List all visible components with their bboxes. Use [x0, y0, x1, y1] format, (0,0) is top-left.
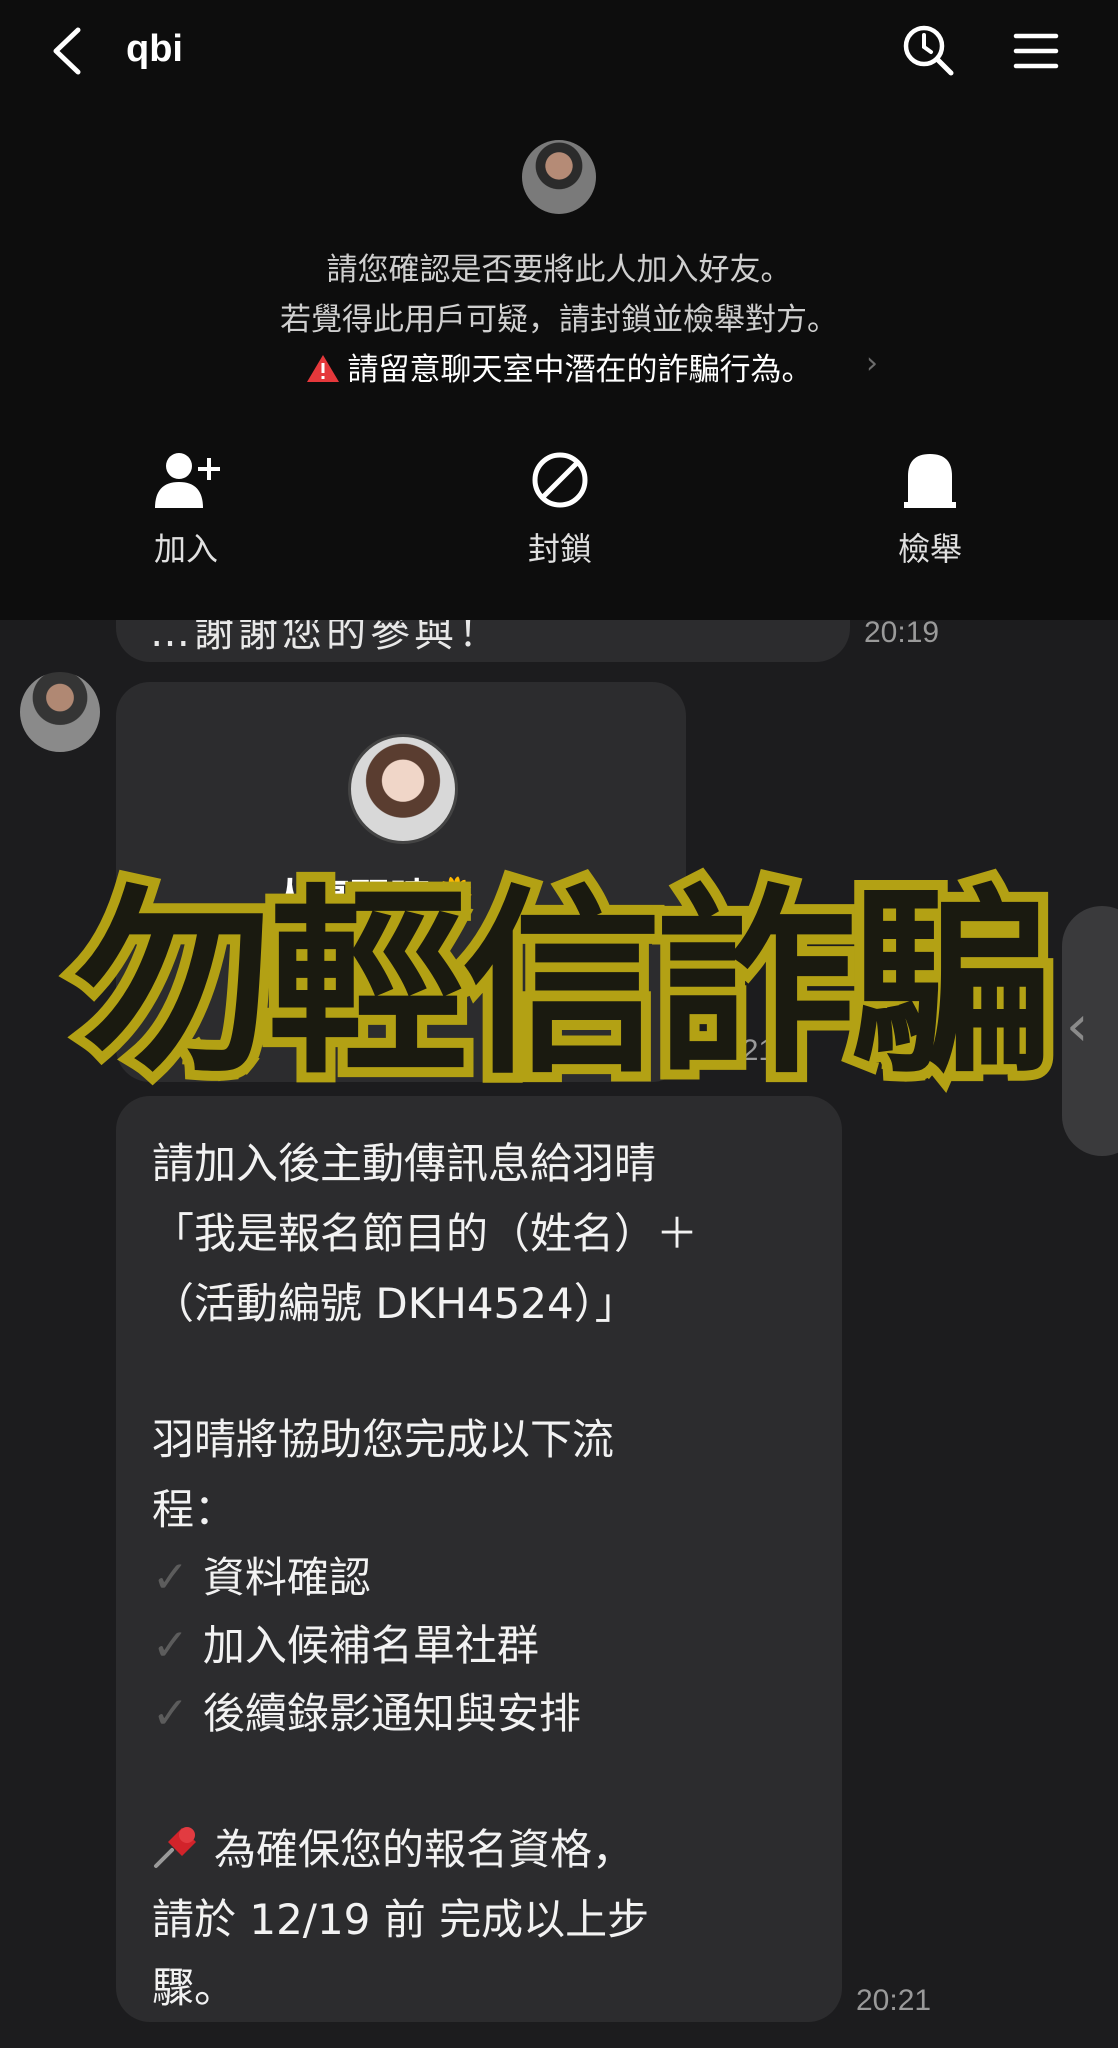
message-time: 20:21: [856, 1984, 932, 2017]
block-label: 封鎖: [527, 530, 592, 568]
menu-button[interactable]: [1010, 26, 1062, 76]
add-friend-label: 加入: [153, 530, 218, 568]
hamburger-icon: [1013, 33, 1059, 69]
checkmark-icon: ✓: [152, 1620, 189, 1671]
message-line: 「我是報名節目的（姓名）＋: [152, 1209, 699, 1258]
chat-title: qbi: [126, 28, 183, 70]
message-line: 羽晴將協助您完成以下流: [152, 1415, 615, 1464]
checklist-item: ✓ 後續錄影通知與安排: [152, 1688, 581, 1739]
checkmark-icon: ✓: [152, 1688, 189, 1739]
sender-avatar[interactable]: [20, 672, 100, 752]
add-friend-button[interactable]: 加入: [96, 450, 276, 570]
message-line: 驟。: [152, 1963, 237, 2012]
report-label: 檢舉: [897, 530, 962, 568]
message-line: 為確保您的報名資格，: [152, 1816, 634, 1877]
pushpin-icon: [154, 1827, 196, 1868]
checklist-item: ✓ 加入候補名單社群: [152, 1620, 539, 1671]
contact-card-avatar[interactable]: [348, 734, 458, 844]
back-button[interactable]: [46, 26, 90, 76]
tombstone-icon: [904, 454, 956, 508]
report-button[interactable]: 檢舉: [840, 450, 1020, 570]
friend-request-panel: qbi 請您確認是否要將此人加入好友。 若覺得此用戶可疑，請封鎖並檢舉對方。 請…: [0, 0, 1118, 620]
add-user-icon: [155, 453, 220, 508]
block-button[interactable]: 封鎖: [470, 450, 650, 570]
notice-confirm: 請您確認是否要將此人加入好友。: [326, 252, 792, 288]
warning-triangle-icon: [306, 355, 339, 382]
checklist-item: ✓ 資料確認: [152, 1552, 371, 1603]
contact-avatar[interactable]: [522, 140, 596, 214]
notice-fraud-text: 請留意聊天室中潛在的詐騙行為。: [347, 352, 813, 388]
message-time: 20:19: [864, 616, 940, 649]
chevron-left-icon: [53, 27, 81, 75]
anti-fraud-watermark: 勿輕信詐騙: [64, 868, 1060, 1101]
search-button[interactable]: [900, 22, 956, 78]
notice-fraud-warning[interactable]: 請留意聊天室中潛在的詐騙行為。: [0, 344, 1118, 389]
message-line: （活動編號 DKH4524）」: [152, 1279, 637, 1328]
checkmark-icon: ✓: [152, 1552, 189, 1603]
message-line: 請加入後主動傳訊息給羽晴: [152, 1139, 657, 1188]
prohibited-icon: [532, 452, 588, 508]
chevron-right-icon[interactable]: ›: [866, 346, 878, 381]
message-line: 程：: [152, 1485, 237, 1534]
search-clock-icon: [903, 25, 954, 76]
message-line: 請於 12/19 前 完成以上步: [152, 1895, 650, 1944]
notice-suspicious: 若覺得此用戶可疑，請封鎖並檢舉對方。: [280, 302, 838, 338]
